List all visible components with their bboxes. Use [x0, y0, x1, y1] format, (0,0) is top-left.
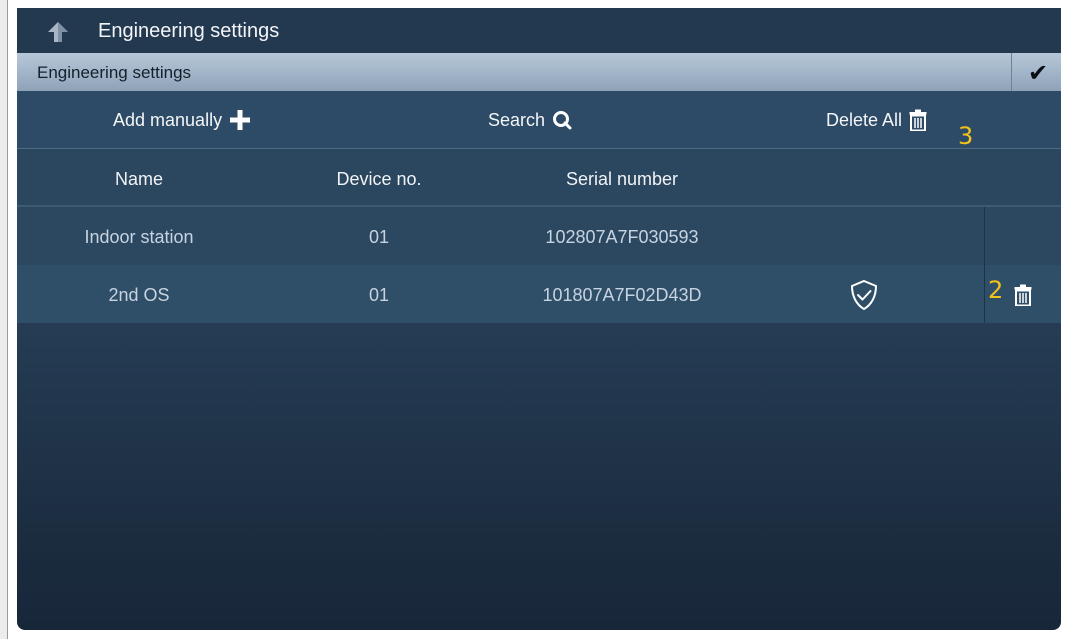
- annotation-3: 3: [958, 122, 974, 150]
- confirm-button[interactable]: ✔: [1011, 53, 1061, 91]
- column-header-name: Name: [114, 169, 164, 189]
- cell-name: Indoor station: [84, 227, 194, 247]
- add-manually-button[interactable]: Add manually: [113, 108, 251, 132]
- table-row[interactable]: Indoor station 01 102807A7F030593: [17, 207, 1061, 265]
- device-screen: Engineering settings Engineering setting…: [17, 8, 1061, 630]
- trash-icon[interactable]: [1014, 284, 1032, 306]
- cell-device-no: 01: [368, 227, 390, 247]
- cell-name: 2nd OS: [108, 285, 170, 305]
- section-title: Engineering settings: [37, 63, 192, 82]
- back-arrow-icon[interactable]: [47, 20, 69, 44]
- page-title: Engineering settings: [98, 20, 280, 42]
- title-bar: Engineering settings: [17, 8, 1061, 53]
- add-manually-label: Add manually: [113, 109, 223, 130]
- search-icon: [553, 111, 572, 130]
- section-header: Engineering settings ✔: [17, 53, 1061, 91]
- annotation-2: 2: [988, 276, 1004, 304]
- plus-icon: [230, 110, 251, 130]
- delete-all-button[interactable]: Delete All: [826, 108, 927, 132]
- search-button[interactable]: Search: [488, 108, 572, 132]
- check-icon: ✔: [1028, 59, 1049, 87]
- shield-check-icon: [850, 279, 878, 311]
- cell-device-no: 01: [368, 285, 390, 305]
- table-row[interactable]: 2nd OS 01 101807A7F02D43D 2: [17, 265, 1061, 323]
- action-column-divider: [984, 207, 985, 323]
- window-left-edge: [0, 0, 8, 639]
- cell-serial-number: 101807A7F02D43D: [542, 285, 702, 305]
- table-header: Name Device no. Serial number: [17, 149, 1061, 205]
- cell-serial-number: 102807A7F030593: [545, 227, 699, 247]
- search-label: Search: [488, 109, 546, 130]
- trash-icon: [909, 109, 927, 131]
- delete-all-label: Delete All: [826, 109, 903, 130]
- column-header-device-no: Device no.: [336, 169, 422, 189]
- toolbar: Add manually Search Delete All 3: [17, 91, 1061, 150]
- column-header-serial-number: Serial number: [565, 169, 679, 189]
